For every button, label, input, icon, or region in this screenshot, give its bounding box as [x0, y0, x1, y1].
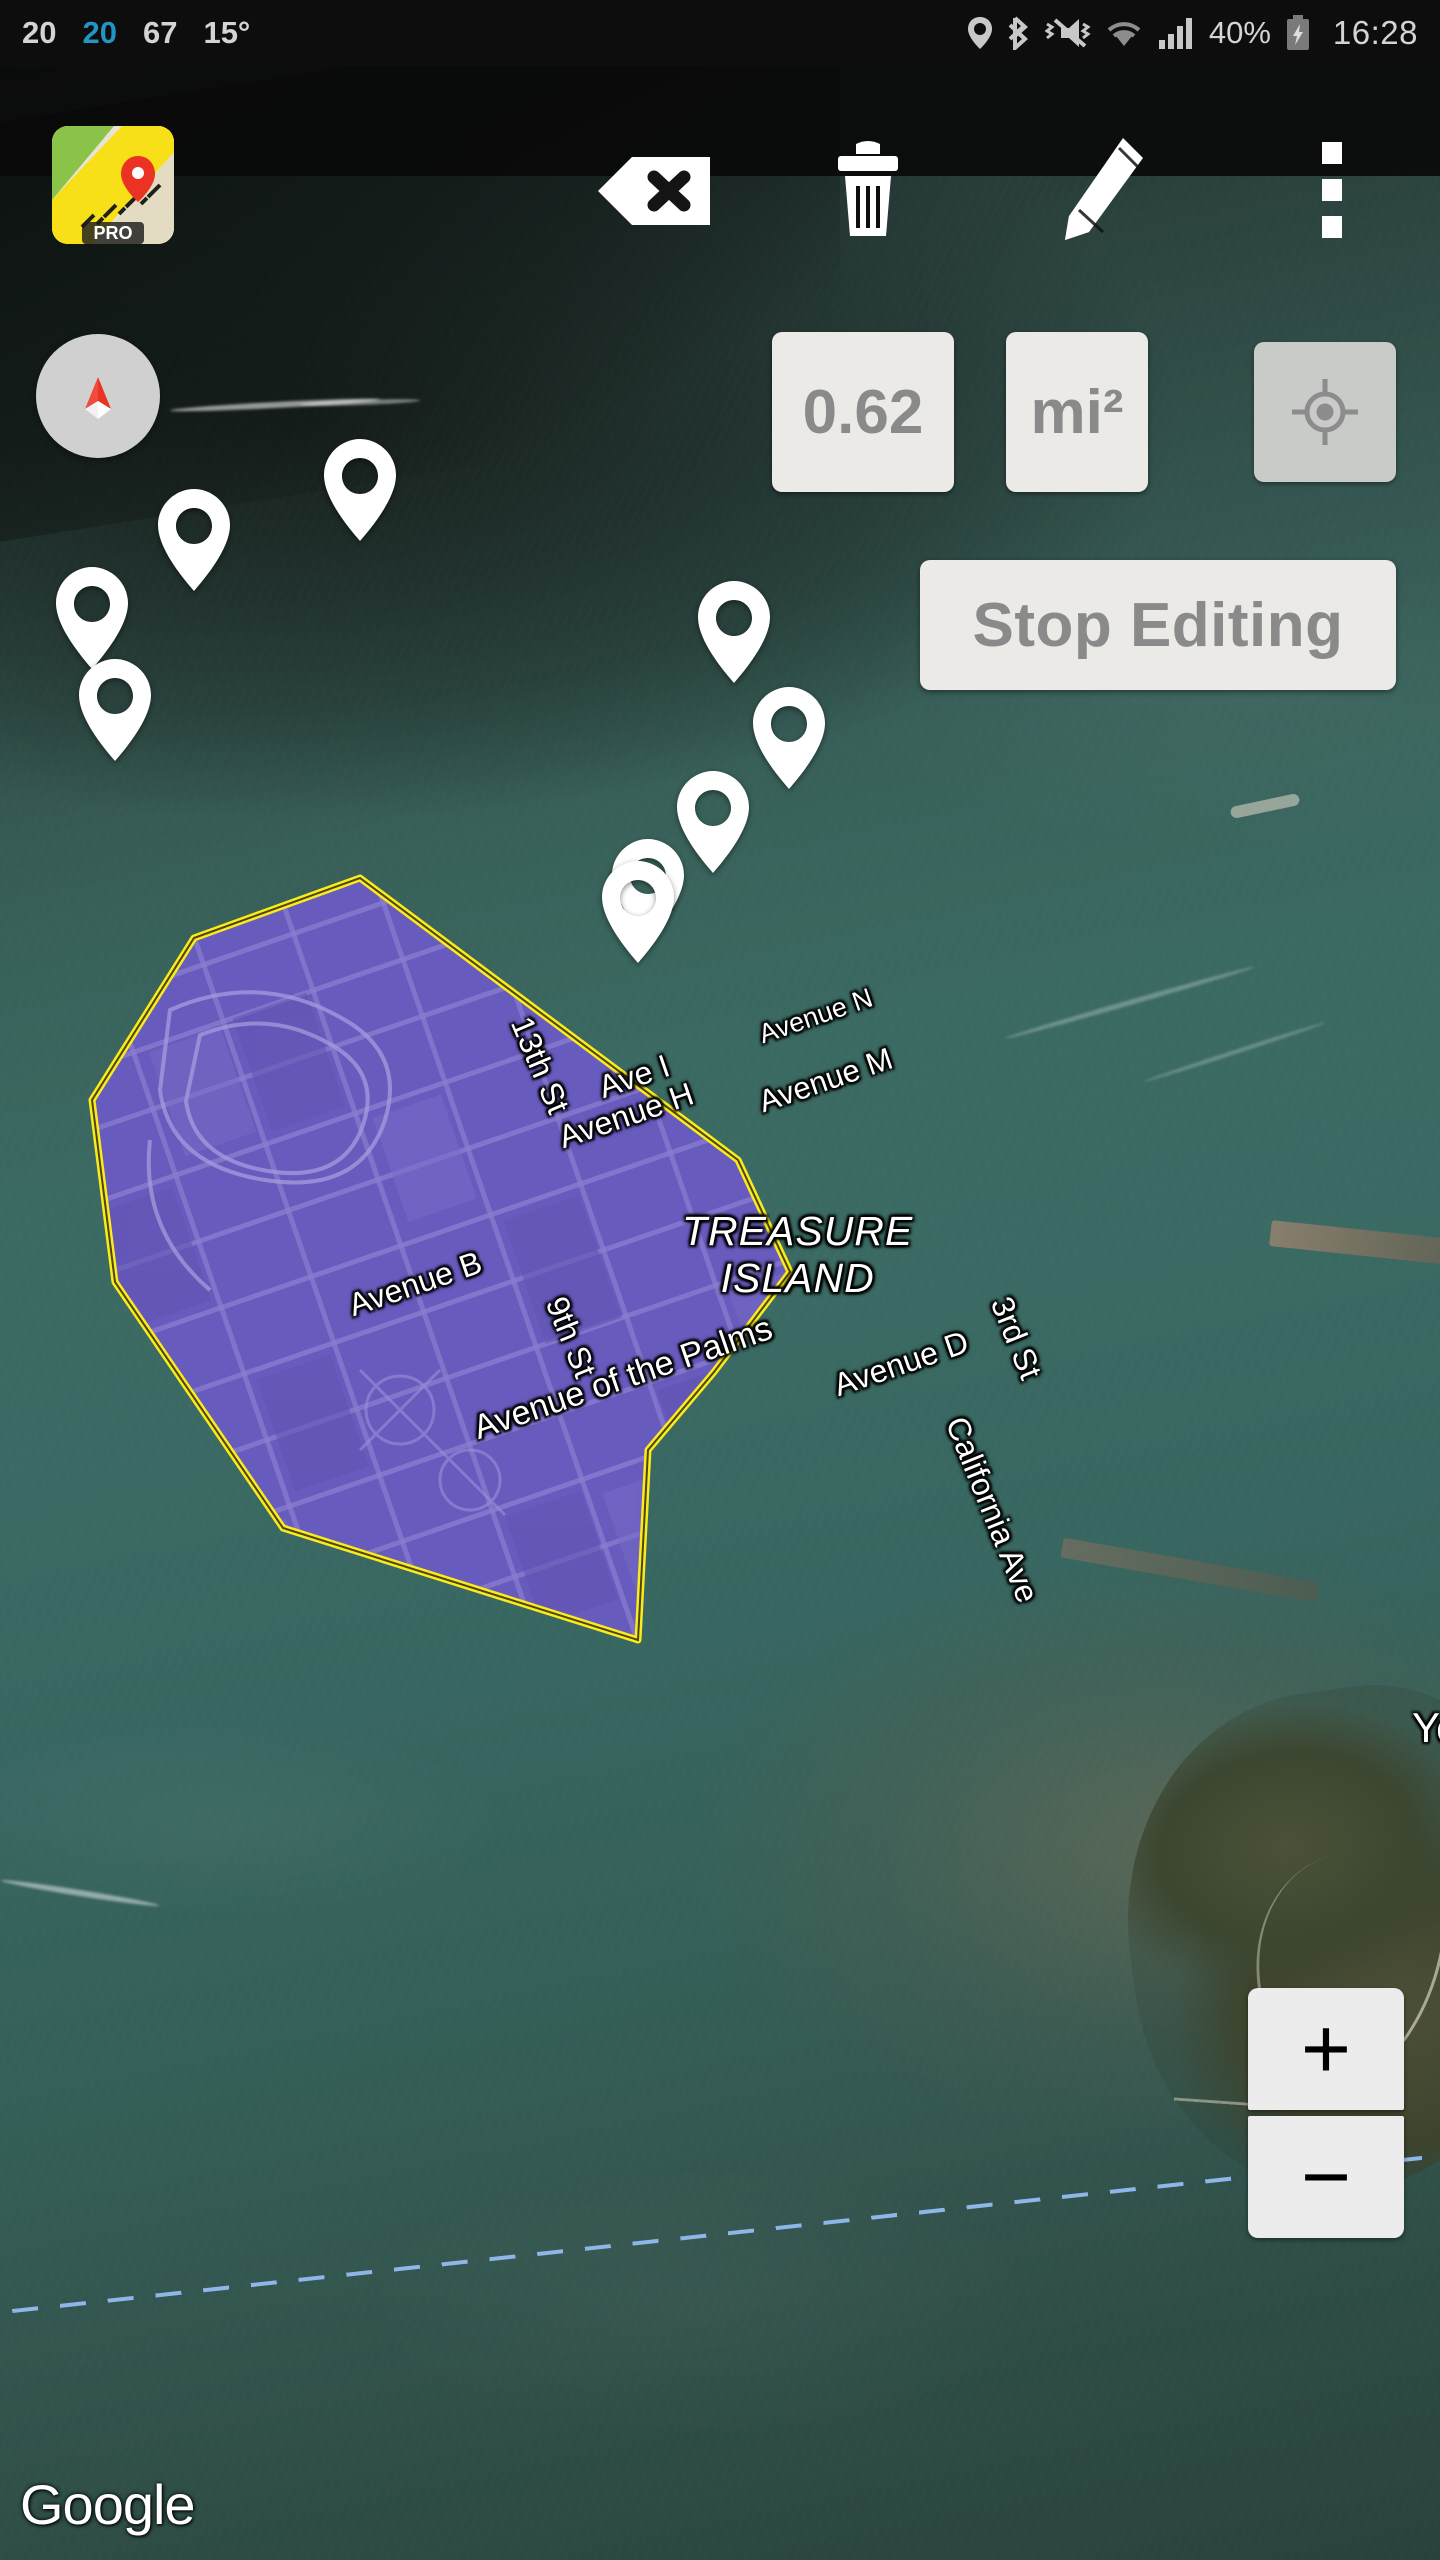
- bluetooth-icon: [1007, 16, 1031, 50]
- polygon-vertex-marker[interactable]: [77, 658, 153, 762]
- polygon-vertex-marker[interactable]: [751, 686, 827, 790]
- my-location-button[interactable]: [1254, 342, 1396, 482]
- compass-button[interactable]: [36, 334, 160, 458]
- my-location-crosshair-icon: [1292, 379, 1358, 445]
- polygon-vertex-marker[interactable]: [54, 566, 130, 670]
- status-number-3: 67: [142, 15, 178, 50]
- polygon-vertex-marker[interactable]: [600, 860, 676, 964]
- svg-text:PRO: PRO: [93, 223, 132, 243]
- measurement-value-box[interactable]: 0.62: [772, 332, 954, 492]
- wifi-icon: [1105, 16, 1143, 50]
- zoom-in-button[interactable]: +: [1248, 1988, 1404, 2110]
- delete-button[interactable]: [816, 140, 920, 240]
- battery-percent-label: 40%: [1208, 15, 1271, 50]
- signal-bars-icon: [1157, 16, 1195, 50]
- undo-point-button[interactable]: [590, 146, 720, 236]
- status-temperature: 15°: [203, 15, 251, 50]
- app-logo-icon[interactable]: PRO: [52, 126, 174, 244]
- compass-needle-icon: [85, 377, 111, 419]
- status-number-2: 20: [82, 15, 117, 50]
- polygon-shape[interactable]: [88, 874, 794, 1644]
- overflow-menu-button[interactable]: [1292, 140, 1372, 240]
- edit-button[interactable]: [1044, 136, 1154, 242]
- measurement-unit-box[interactable]: mi²: [1006, 332, 1148, 492]
- polygon-vertex-marker[interactable]: [696, 580, 772, 684]
- polygon-vertex-marker[interactable]: [675, 770, 751, 874]
- zoom-out-button[interactable]: −: [1248, 2116, 1404, 2238]
- more-vertical-icon: [1322, 142, 1342, 238]
- status-number-1: 20: [22, 15, 57, 50]
- charging-battery-icon: [1285, 15, 1311, 51]
- app-toolbar: [0, 66, 1440, 176]
- trash-icon: [838, 141, 898, 236]
- measurement-polygon[interactable]: [0, 0, 1440, 2560]
- edge-place-label: Ye: [1412, 1704, 1440, 1751]
- location-icon: [967, 16, 993, 50]
- backspace-delete-icon: [598, 157, 710, 225]
- status-bar-left: 20 20 67 15°: [22, 15, 250, 51]
- polygon-vertex-marker[interactable]: [322, 438, 398, 542]
- polygon-vertex-marker[interactable]: [156, 488, 232, 592]
- google-attribution: Google: [20, 2473, 196, 2536]
- status-bar-right: 40% 16:28: [967, 14, 1418, 52]
- system-status-bar: 20 20 67 15° 40% 16:28: [0, 0, 1440, 66]
- volume-mute-icon: [1044, 16, 1091, 50]
- pencil-icon: [1065, 138, 1143, 240]
- app-screen: Avenue N Avenue M 13th St Ave I Avenue H Aven…: [0, 0, 1440, 2560]
- satellite-map-canvas[interactable]: Avenue N Avenue M 13th St Ave I Avenue H Aven…: [0, 0, 1440, 2560]
- status-clock: 16:28: [1332, 14, 1418, 51]
- stop-editing-button[interactable]: Stop Editing: [920, 560, 1396, 690]
